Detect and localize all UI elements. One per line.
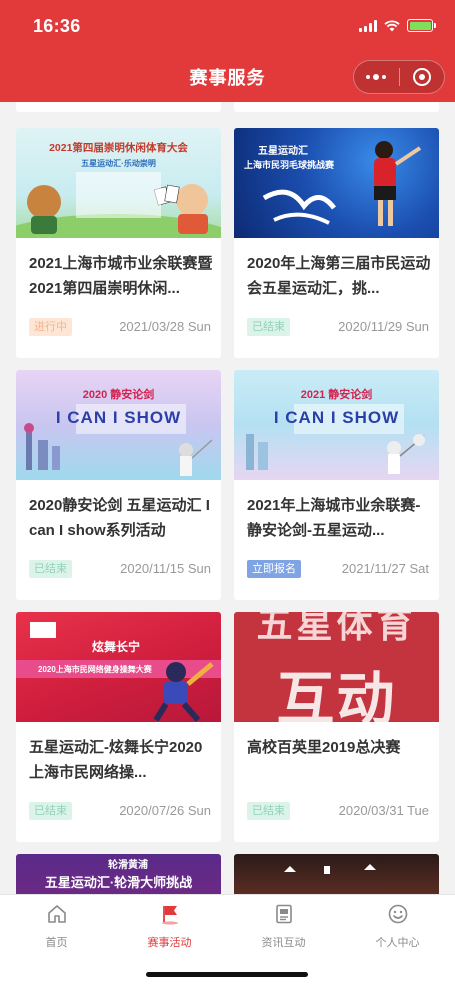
signup-badge[interactable]: 立即报名 bbox=[247, 560, 301, 578]
news-icon bbox=[275, 904, 292, 924]
mini-program-capsule bbox=[353, 60, 445, 94]
status-time: 16:36 bbox=[33, 16, 81, 36]
banner-subtext: I CAN I SHOW bbox=[55, 408, 182, 427]
event-feed[interactable]: 2021第四届崇明休闲体育大会 五星运动汇·乐动崇明 2021上海市城市业余联赛… bbox=[0, 102, 455, 894]
banner-subtext: 五星运动汇·轮滑大师挑战 bbox=[44, 875, 193, 890]
event-banner-image bbox=[234, 854, 439, 894]
tab-home[interactable]: 首页 bbox=[0, 903, 113, 950]
status-badge: 进行中 bbox=[29, 318, 72, 336]
event-banner-image: 五星体育 互动 bbox=[234, 612, 439, 722]
status-badge: 已结束 bbox=[29, 802, 72, 820]
tab-label: 首页 bbox=[45, 937, 68, 949]
event-banner-image: 五星运动汇 上海市民羽毛球挑战赛 bbox=[234, 128, 439, 238]
home-indicator[interactable] bbox=[146, 972, 308, 977]
status-badge: 已结束 bbox=[247, 802, 290, 820]
tab-profile[interactable]: 个人中心 bbox=[341, 903, 454, 950]
tab-label: 赛事活动 bbox=[147, 937, 192, 949]
event-banner-image: 轮滑黄浦 五星运动汇·轮滑大师挑战 bbox=[16, 854, 221, 894]
smile-icon bbox=[388, 904, 407, 924]
banner-text: 2021 静安论剑 bbox=[300, 389, 373, 401]
event-title: 五星运动汇-炫舞长宁2020上海市民网络操... bbox=[29, 739, 203, 781]
status-badge: 已结束 bbox=[29, 560, 72, 578]
more-dots-icon bbox=[366, 74, 387, 80]
status-icons bbox=[359, 19, 436, 32]
event-banner-image: 2020 静安论剑 I CAN I SHOW bbox=[16, 370, 221, 480]
banner-text: 五星体育 bbox=[256, 612, 417, 645]
event-card[interactable]: 五星运动汇 上海市民羽毛球挑战赛 2020年上海第三届市民运动会五星运动汇，挑.… bbox=[234, 128, 439, 358]
banner-subtext: I CAN I SHOW bbox=[273, 408, 400, 427]
event-card[interactable] bbox=[234, 854, 439, 894]
more-button[interactable] bbox=[354, 61, 399, 93]
event-date: 2020/07/26 Sun bbox=[119, 803, 211, 818]
event-title: 2021年上海城市业余联赛-静安论剑-五星运动... bbox=[247, 497, 421, 539]
flag-icon bbox=[161, 906, 178, 925]
status-badge: 已结束 bbox=[247, 318, 290, 336]
event-card-partial[interactable] bbox=[234, 102, 439, 112]
banner-subtext: 2020上海市民网络健身操舞大赛 bbox=[38, 665, 152, 674]
event-title: 2020年上海第三届市民运动会五星运动汇，挑... bbox=[247, 255, 431, 297]
tab-label: 个人中心 bbox=[375, 937, 420, 949]
tab-label: 资讯互动 bbox=[261, 937, 306, 949]
event-banner-image: 炫舞长宁 2020上海市民网络健身操舞大赛 bbox=[16, 612, 221, 722]
event-banner-image: 2021 静安论剑 I CAN I SHOW bbox=[234, 370, 439, 480]
event-card[interactable]: 2021第四届崇明休闲体育大会 五星运动汇·乐动崇明 2021上海市城市业余联赛… bbox=[16, 128, 221, 358]
tab-news[interactable]: 资讯互动 bbox=[227, 903, 340, 950]
nav-header: 16:36 赛事服务 bbox=[0, 0, 455, 102]
event-title: 2020静安论剑 五星运动汇 I can I show系列活动 bbox=[29, 497, 210, 539]
target-icon bbox=[412, 68, 431, 86]
battery-icon bbox=[407, 19, 436, 32]
banner-text: 2021第四届崇明休闲体育大会 bbox=[49, 142, 188, 154]
event-date: 2021/03/28 Sun bbox=[119, 319, 211, 334]
event-date: 2020/11/15 Sun bbox=[120, 561, 211, 576]
event-card[interactable]: 轮滑黄浦 五星运动汇·轮滑大师挑战 bbox=[16, 854, 221, 894]
event-card[interactable]: 炫舞长宁 2020上海市民网络健身操舞大赛 五星运动汇-炫舞长宁2020上海市民… bbox=[16, 612, 221, 842]
banner-subtext: 上海市民羽毛球挑战赛 bbox=[244, 160, 335, 170]
banner-text: 轮滑黄浦 bbox=[108, 860, 148, 871]
event-date: 2020/11/29 Sun bbox=[338, 319, 429, 334]
banner-subtext: 互动 bbox=[276, 667, 397, 722]
banner-subtext: 五星运动汇·乐动崇明 bbox=[81, 159, 156, 168]
banner-text: 五星运动汇 bbox=[258, 146, 308, 157]
wifi-icon bbox=[384, 19, 400, 31]
event-card-partial[interactable] bbox=[16, 102, 221, 112]
event-card[interactable]: 2020 静安论剑 I CAN I SHOW 2020静安论剑 五星运动汇 I … bbox=[16, 370, 221, 600]
tab-bar: 首页 赛事活动 资讯互动 个人中心 bbox=[0, 894, 455, 986]
status-bar: 16:36 bbox=[0, 16, 455, 40]
event-date: 2021/11/27 Sat bbox=[341, 561, 429, 576]
event-card[interactable]: 五星体育 互动 高校百英里2019总决赛 已结束 2020/03/31 Tue bbox=[234, 612, 439, 842]
tab-events[interactable]: 赛事活动 bbox=[113, 903, 226, 950]
close-miniprogram-button[interactable] bbox=[400, 61, 445, 93]
event-title: 2021上海市城市业余联赛暨2021第四届崇明休闲... bbox=[29, 255, 213, 297]
home-icon bbox=[47, 905, 66, 923]
banner-text: 2020 静安论剑 bbox=[82, 389, 155, 401]
banner-text: 炫舞长宁 bbox=[92, 640, 141, 654]
event-banner-image: 2021第四届崇明休闲体育大会 五星运动汇·乐动崇明 bbox=[16, 128, 221, 238]
event-title: 高校百英里2019总决赛 bbox=[247, 739, 401, 756]
event-card[interactable]: 2021 静安论剑 I CAN I SHOW 2021年上海城市业余联赛-静安论… bbox=[234, 370, 439, 600]
event-date: 2020/03/31 Tue bbox=[338, 803, 429, 818]
cellular-signal-icon bbox=[359, 19, 377, 32]
